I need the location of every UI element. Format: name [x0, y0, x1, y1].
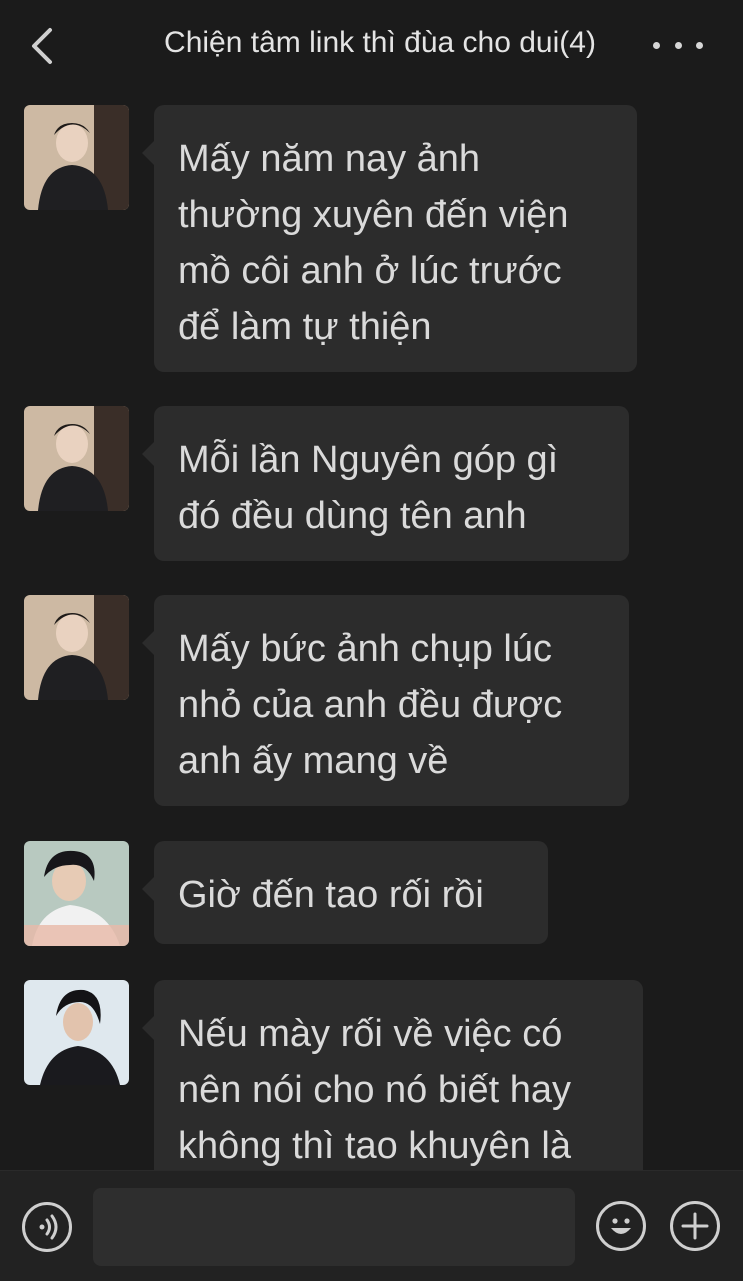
message-bubble[interactable]: Mấy năm nay ảnh thường xuyên đến viện mồ… — [142, 105, 637, 372]
plus-button[interactable] — [670, 1201, 720, 1251]
message-list[interactable]: Mấy năm nay ảnh thường xuyên đến viện mồ… — [0, 92, 743, 1170]
message-bubble[interactable]: Mấy bức ảnh chụp lúc nhỏ của anh đều đượ… — [142, 595, 629, 806]
voice-button[interactable] — [22, 1202, 72, 1252]
avatar[interactable] — [24, 105, 129, 210]
avatar[interactable] — [24, 406, 129, 511]
chat-header: Chiện tâm link thì đùa cho dui(4) — [0, 0, 743, 92]
more-button[interactable] — [653, 30, 703, 60]
message-bubble[interactable]: Mỗi lần Nguyên góp gì đó đều dùng tên an… — [142, 406, 629, 561]
message-bubble[interactable]: Giờ đến tao rối rồi — [142, 841, 548, 944]
more-dots-icon — [653, 41, 660, 49]
emoji-button[interactable] — [596, 1201, 646, 1251]
avatar[interactable] — [24, 980, 129, 1085]
chat-title: Chiện tâm link thì đùa cho dui(4) — [164, 26, 596, 59]
plus-icon — [681, 1212, 709, 1240]
message-input[interactable] — [93, 1188, 575, 1266]
avatar[interactable] — [24, 841, 129, 946]
avatar[interactable] — [24, 595, 129, 700]
composer-bar — [0, 1170, 743, 1281]
message-bubble[interactable]: Nếu mày rối về việc có nên nói cho nó bi… — [142, 980, 643, 1170]
emoji-icon — [611, 1218, 631, 1234]
chevron-left-icon — [32, 28, 52, 64]
back-button[interactable] — [26, 24, 60, 68]
voice-icon — [39, 1214, 58, 1240]
